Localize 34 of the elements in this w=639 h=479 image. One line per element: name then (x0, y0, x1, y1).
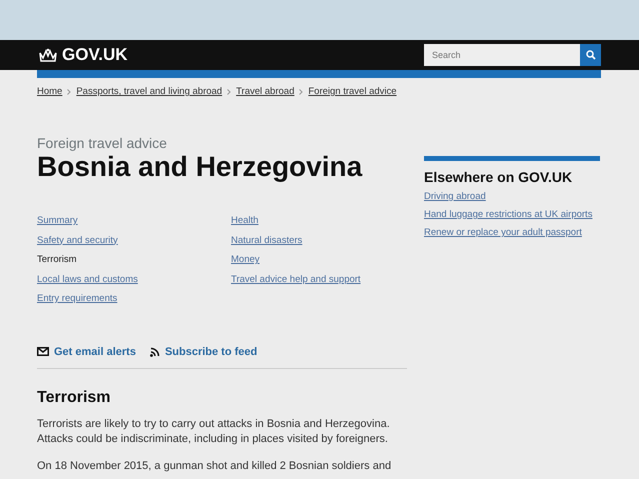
related-heading: Elsewhere on GOV.UK (424, 169, 574, 185)
related-link[interactable]: Renew or replace your adult passport (424, 227, 600, 238)
chevron-icon (67, 88, 72, 94)
contents-link[interactable]: Local laws and customs (37, 274, 231, 293)
contents-link[interactable]: Entry requirements (37, 293, 231, 312)
contents-link[interactable]: Travel advice help and support (231, 274, 411, 293)
paragraph: On 18 November 2015, a gunman shot and killed 2 Bosnian soldiers and (37, 458, 392, 474)
search-icon (586, 50, 596, 60)
breadcrumb-link[interactable]: Travel abroad (236, 86, 294, 97)
breadcrumb-link[interactable]: Foreign travel advice (308, 86, 397, 97)
contents-link[interactable]: Safety and security (37, 234, 231, 254)
page-title: Bosnia and Herzegovina (37, 151, 364, 183)
section-heading: Terrorism (37, 388, 112, 406)
paragraph: Terrorists are likely to try to carry out attacks in Bosnia and Herzegovina. Attacks could be indiscriminate, including in places visited by foreigners. (37, 416, 391, 446)
crown-icon (38, 48, 58, 62)
related-link[interactable]: Driving abroad (424, 191, 600, 202)
search-button[interactable] (580, 44, 601, 66)
page-caption: Foreign travel advice (37, 135, 168, 151)
chevron-icon (299, 88, 304, 94)
contents-link[interactable]: Health (231, 215, 411, 234)
contents-link[interactable]: Summary (37, 215, 231, 234)
subscription-link[interactable]: Subscribe to feed (150, 346, 258, 358)
rss-icon (150, 346, 160, 356)
site-logo[interactable]: GOV.UK (62, 45, 128, 65)
current-contents-item: Terrorism (37, 254, 78, 267)
breadcrumb-link[interactable]: Passports, travel and living abroad (76, 86, 222, 97)
chevron-icon (227, 88, 232, 94)
envelope-icon (37, 347, 49, 356)
contents-link[interactable]: Money (231, 254, 411, 274)
breadcrumb-link[interactable]: Home (37, 86, 62, 97)
contents-link[interactable]: Natural disasters (231, 234, 411, 254)
subscription-link[interactable]: Get email alerts (37, 346, 136, 358)
search-field[interactable]: Search (424, 44, 580, 66)
related-link[interactable]: Hand luggage restrictions at UK airports (424, 209, 600, 220)
